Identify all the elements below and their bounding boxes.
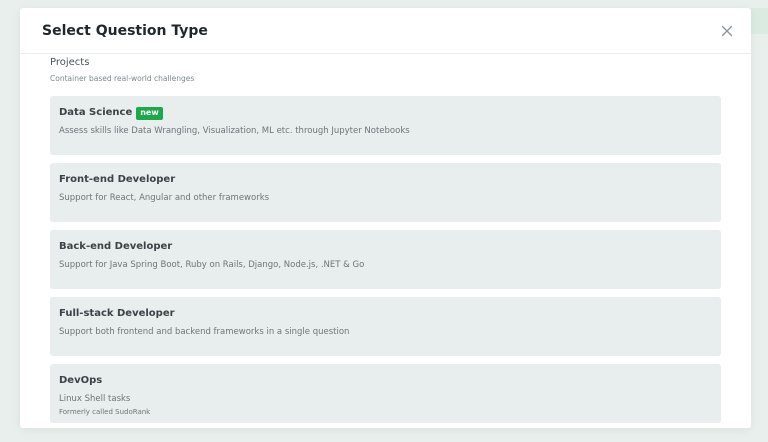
card-title-row: Back-end Developer <box>59 240 712 254</box>
select-question-type-modal: Select Question Type Projects Container … <box>20 8 751 428</box>
question-type-front-end-developer[interactable]: Front-end Developer Support for React, A… <box>50 163 721 222</box>
card-title: Full-stack Developer <box>59 308 175 319</box>
card-description: Assess skills like Data Wrangling, Visua… <box>59 126 410 136</box>
modal-header: Select Question Type <box>20 8 751 54</box>
close-icon <box>721 25 733 37</box>
card-title-row: Data Science new <box>59 106 712 120</box>
card-title: Data Science <box>59 107 133 118</box>
card-description: Support for Java Spring Boot, Ruby on Ra… <box>59 260 365 270</box>
card-title-row: Full-stack Developer <box>59 307 712 321</box>
question-type-devops[interactable]: DevOps Linux Shell tasks Formerly called… <box>50 364 721 423</box>
section-title: Projects <box>50 57 90 68</box>
new-badge: new <box>136 106 163 120</box>
card-title-row: Front-end Developer <box>59 173 712 187</box>
card-note: Formerly called SudoRank <box>59 408 151 416</box>
question-type-data-science[interactable]: Data Science new Assess skills like Data… <box>50 96 721 155</box>
card-title: Back-end Developer <box>59 241 173 252</box>
modal-title: Select Question Type <box>42 23 208 39</box>
projects-section-header: Projects Container based real-world chal… <box>50 57 722 84</box>
question-type-list: Data Science new Assess skills like Data… <box>50 96 721 428</box>
card-title-row: DevOps <box>59 374 712 388</box>
card-title: DevOps <box>59 375 103 386</box>
section-subtitle: Container based real-world challenges <box>50 74 195 83</box>
card-description: Support for React, Angular and other fra… <box>59 193 270 203</box>
card-description: Support both frontend and backend framew… <box>59 327 350 337</box>
card-description: Linux Shell tasks <box>59 394 131 404</box>
close-button[interactable] <box>719 23 735 39</box>
card-title: Front-end Developer <box>59 174 176 185</box>
question-type-full-stack-developer[interactable]: Full-stack Developer Support both fronte… <box>50 297 721 356</box>
question-type-back-end-developer[interactable]: Back-end Developer Support for Java Spri… <box>50 230 721 289</box>
